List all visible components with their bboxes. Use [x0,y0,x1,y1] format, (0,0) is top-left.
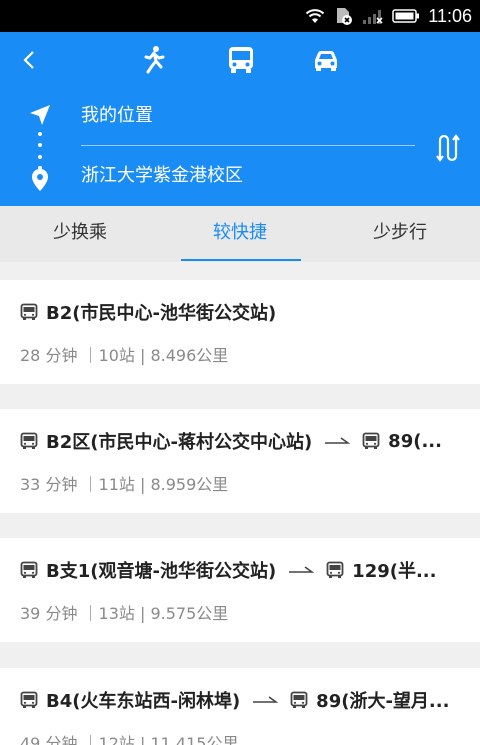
transfer-arrow-icon [325,437,351,444]
route-lines: B4(火车东站西-闲林埠) 89(浙大-望月... [20,688,450,712]
route-list: B2(市民中心-池华街公交站) 28 分钟 ｜10站 | 8.496公里 B2区… [0,262,480,745]
line-name: B2区(市民中心-蒋村公交中心站) [46,432,313,453]
bus-icon [20,303,38,320]
transfer-arrow-icon [253,696,279,703]
line-name: 129(半... [352,561,437,582]
chevron-left-icon[interactable] [18,48,42,72]
route-header: 我的位置 浙江大学紫金港校区 [0,32,480,206]
route-meta: 28 分钟 ｜10站 | 8.496公里 [20,346,229,365]
origin-field[interactable]: 我的位置 [81,104,153,128]
bus-icon [20,432,38,449]
route-meta: 33 分钟 ｜11站 | 8.959公里 [20,475,229,494]
transfer-arrow-icon [289,566,315,573]
sort-tabs: 少换乘 较快捷 少步行 [0,206,480,262]
walk-icon[interactable] [138,44,170,76]
route-dots [38,132,42,170]
navigation-arrow-icon [30,105,50,125]
bus-icon [290,691,308,708]
bus-icon[interactable] [225,44,257,76]
tab-less-walking[interactable]: 少步行 [320,206,480,262]
tab-selected-indicator [181,259,301,261]
tab-fewer-transfers[interactable]: 少换乘 [0,206,160,262]
route-item[interactable]: B支1(观音塘-池华街公交站) 129(半... 39 分钟 ｜13站 | 9.… [0,538,480,642]
battery-icon [392,9,420,23]
line-name: B2(市民中心-池华街公交站) [46,303,277,324]
route-item[interactable]: B4(火车东站西-闲林埠) 89(浙大-望月... 49 分钟 ｜12站 | 1… [0,668,480,745]
route-lines: B支1(观音塘-池华街公交站) 129(半... [20,558,450,582]
swap-icon[interactable] [432,132,464,164]
sim-disabled-icon [337,8,353,25]
wifi-icon [306,9,325,23]
route-meta: 39 分钟 ｜13站 | 9.575公里 [20,604,229,623]
line-name: B支1(观音塘-池华街公交站) [46,561,277,582]
route-lines: B2区(市民中心-蒋村公交中心站) 89(... [20,429,450,453]
location-pin-icon [32,169,48,191]
route-item[interactable]: B2区(市民中心-蒋村公交中心站) 89(... 33 分钟 ｜11站 | 8.… [0,409,480,513]
line-name: B4(火车东站西-闲林埠) [46,691,241,712]
route-meta: 49 分钟 ｜12站 | 11.415公里 [20,734,239,745]
tab-faster[interactable]: 较快捷 [160,206,320,262]
status-bar: 11:06 [0,0,480,32]
signal-icon [363,10,383,24]
bus-icon [326,561,344,578]
bus-icon [362,432,380,449]
bus-icon [20,561,38,578]
car-icon[interactable] [310,44,342,76]
top-navigation [0,32,480,88]
route-lines: B2(市民中心-池华街公交站) [20,300,450,324]
line-name: 89(浙大-望月... [316,691,450,712]
bus-icon [20,691,38,708]
destination-field[interactable]: 浙江大学紫金港校区 [81,164,243,188]
status-time: 11:06 [428,5,472,26]
route-item[interactable]: B2(市民中心-池华街公交站) 28 分钟 ｜10站 | 8.496公里 [0,280,480,384]
route-form: 我的位置 浙江大学紫金港校区 [0,88,480,206]
field-divider [81,145,415,146]
line-name: 89(... [388,430,442,452]
